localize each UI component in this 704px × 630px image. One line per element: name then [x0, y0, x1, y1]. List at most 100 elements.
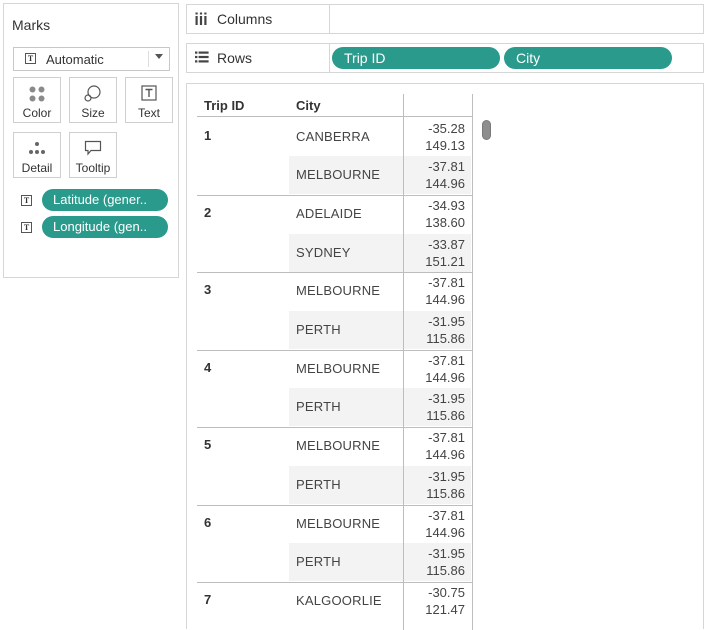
coordinate-cell[interactable]: -37.81 144.96 — [403, 156, 471, 195]
latitude-value: -33.87 — [428, 236, 465, 252]
detail-icon — [29, 142, 45, 154]
city-cell[interactable]: CANBERRA — [289, 118, 403, 156]
scrollbar-thumb[interactable] — [482, 120, 491, 140]
rows-shelf-header: Rows — [187, 44, 330, 72]
city-cell[interactable]: PERTH — [289, 388, 403, 427]
latitude-value: -35.28 — [428, 120, 465, 136]
chevron-down-icon[interactable] — [155, 54, 163, 59]
trip-id-value[interactable]: 4 — [204, 360, 211, 375]
longitude-value: 144.96 — [425, 447, 465, 463]
text-mark-icon: T — [25, 53, 36, 64]
city-header[interactable]: City — [296, 98, 321, 113]
column-divider — [403, 94, 404, 630]
coordinate-cell[interactable]: -37.81 144.96 — [403, 505, 471, 543]
city-cell[interactable]: MELBOURNE — [289, 427, 403, 465]
coordinate-cell[interactable]: -31.95 115.86 — [403, 388, 471, 427]
text-icon — [141, 85, 157, 101]
trip-id-value[interactable]: 7 — [204, 592, 211, 607]
coordinate-cell[interactable]: -30.75 121.47 — [403, 582, 471, 620]
text-mark-icon: T — [21, 195, 32, 206]
longitude-value: 144.96 — [425, 524, 465, 540]
city-pill[interactable]: City — [504, 47, 672, 69]
text-button[interactable]: Text — [125, 77, 173, 123]
tooltip-button-label: Tooltip — [75, 161, 111, 175]
longitude-value: 151.21 — [425, 253, 465, 269]
detail-button-label: Detail — [21, 161, 53, 175]
header-divider — [197, 116, 472, 117]
coordinate-cell[interactable]: -37.81 144.96 — [403, 272, 471, 310]
longitude-value: 144.96 — [425, 176, 465, 192]
detail-button[interactable]: Detail — [13, 132, 61, 178]
mark-type-dropdown[interactable]: T Automatic — [13, 47, 170, 71]
size-button-label: Size — [81, 106, 105, 120]
coordinate-cell[interactable]: -31.95 115.86 — [403, 543, 471, 582]
latitude-value: -31.95 — [428, 314, 465, 329]
city-cell[interactable]: PERTH — [289, 543, 403, 582]
rows-icon — [195, 51, 209, 63]
city-cell[interactable]: MELBOURNE — [289, 350, 403, 388]
latitude-value: -37.81 — [428, 352, 465, 368]
latitude-value: -31.95 — [428, 468, 465, 484]
columns-shelf-header: Columns — [187, 5, 330, 33]
latitude-value: -30.75 — [428, 584, 465, 600]
longitude-value: 121.47 — [425, 601, 465, 617]
longitude-value: 115.86 — [426, 485, 465, 501]
trip-id-value[interactable]: 1 — [204, 128, 211, 143]
city-cell[interactable]: KALGOORLIE — [289, 582, 403, 620]
rows-shelf[interactable]: Rows Trip ID City — [186, 43, 704, 73]
city-cell[interactable]: MELBOURNE — [289, 272, 403, 310]
trip-id-pill[interactable]: Trip ID — [332, 47, 500, 69]
trip-id-value[interactable]: 3 — [204, 282, 211, 297]
mark-type-label: Automatic — [46, 52, 104, 67]
coordinate-cell[interactable]: -35.28 149.13 — [403, 118, 471, 156]
view-area: Trip ID City 1 CANBERRA -35.28 149.13 MELBOU… — [186, 83, 704, 630]
dropdown-divider — [148, 51, 149, 67]
coordinate-cell[interactable]: -37.81 144.96 — [403, 350, 471, 388]
size-button[interactable]: Size — [69, 77, 117, 123]
latitude-value: -37.81 — [428, 507, 465, 523]
columns-label: Columns — [217, 11, 273, 27]
longitude-value: 115.86 — [426, 331, 465, 346]
trip-id-value[interactable]: 5 — [204, 437, 211, 452]
coordinate-cell[interactable]: -31.95 115.86 — [403, 311, 471, 349]
city-cell[interactable]: PERTH — [289, 465, 403, 504]
latitude-pill[interactable]: Latitude (gener.. — [42, 189, 168, 211]
city-cell[interactable]: ADELAIDE — [289, 195, 403, 233]
rows-label: Rows — [217, 50, 253, 66]
latitude-value: -37.81 — [428, 275, 465, 291]
column-divider — [472, 94, 473, 630]
marks-card: Marks T Automatic Color Size Text Detail… — [3, 3, 179, 278]
coordinate-cell[interactable]: -31.95 115.86 — [403, 465, 471, 504]
coordinate-cell[interactable]: -37.81 144.96 — [403, 427, 471, 465]
color-dots-icon — [29, 86, 45, 102]
city-cell[interactable]: PERTH — [289, 311, 403, 349]
tooltip-icon — [84, 140, 102, 156]
coordinate-cell[interactable]: -34.93 138.60 — [403, 195, 471, 233]
city-cell[interactable]: MELBOURNE — [289, 505, 403, 543]
marks-title: Marks — [12, 17, 51, 33]
text-mark-icon: T — [21, 222, 32, 233]
longitude-value: 115.86 — [426, 563, 465, 579]
latitude-value: -34.93 — [428, 197, 465, 213]
size-icon — [84, 85, 101, 102]
color-button[interactable]: Color — [13, 77, 61, 123]
city-cell[interactable]: SYDNEY — [289, 233, 403, 272]
columns-icon — [195, 12, 207, 25]
trip-id-value[interactable]: 2 — [204, 205, 211, 220]
longitude-value: 115.86 — [426, 408, 465, 424]
text-button-label: Text — [137, 106, 160, 120]
latitude-value: -31.95 — [428, 546, 465, 562]
columns-shelf[interactable]: Columns — [186, 4, 704, 34]
trip-id-header[interactable]: Trip ID — [204, 98, 244, 113]
city-cell[interactable]: MELBOURNE — [289, 156, 403, 195]
longitude-pill[interactable]: Longitude (gen.. — [42, 216, 168, 238]
coordinate-cell[interactable]: -33.87 151.21 — [403, 233, 471, 272]
latitude-value: -31.95 — [428, 391, 465, 407]
latitude-value: -37.81 — [428, 430, 465, 446]
latitude-value: -37.81 — [428, 159, 465, 175]
tooltip-button[interactable]: Tooltip — [69, 132, 117, 178]
longitude-value: 149.13 — [425, 137, 465, 153]
longitude-value: 138.60 — [425, 214, 465, 230]
trip-id-value[interactable]: 6 — [204, 515, 211, 530]
longitude-value: 144.96 — [425, 369, 465, 385]
